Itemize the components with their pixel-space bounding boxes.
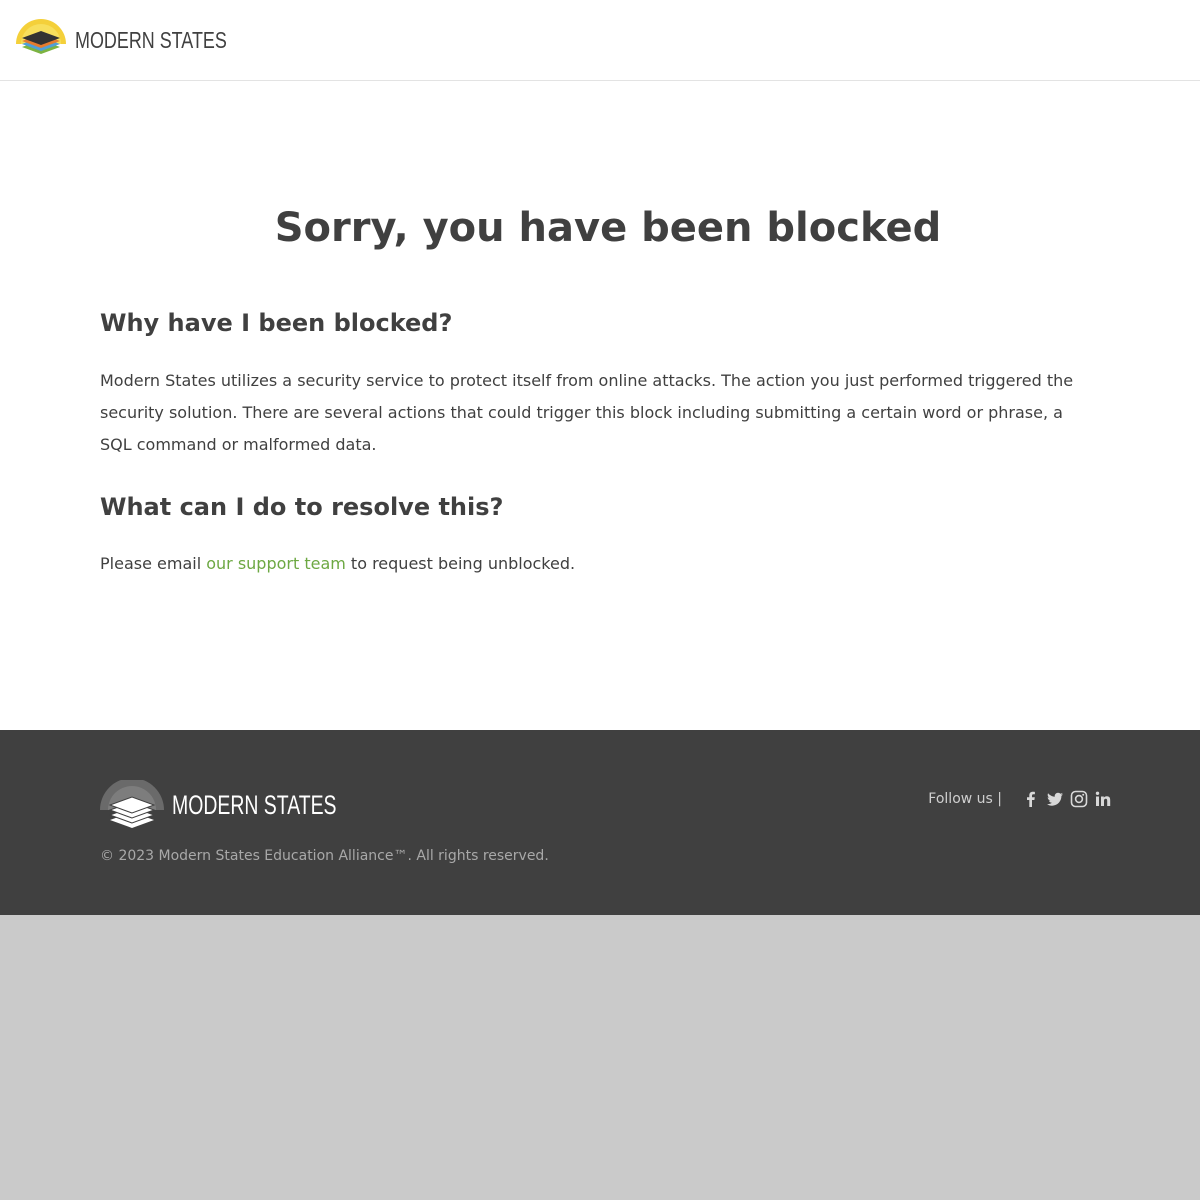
- page-title: Sorry, you have been blocked: [274, 205, 942, 251]
- why-blocked-text: Modern States utilizes a security servic…: [100, 371, 1074, 454]
- modern-states-logo-icon: [16, 19, 66, 54]
- follow-us-label: Follow us |: [928, 791, 1002, 807]
- main-content: Sorry, you have been blocked Why have I …: [0, 81, 1200, 730]
- twitter-icon[interactable]: [1046, 790, 1064, 808]
- facebook-icon[interactable]: [1022, 790, 1040, 808]
- footer-logo[interactable]: MODERN STATES: [100, 780, 401, 830]
- modern-states-logo-icon: [100, 780, 164, 828]
- site-footer: MODERN STATES © 2023 Modern States Educa…: [0, 730, 1200, 915]
- header-logo[interactable]: MODERN STATES: [14, 19, 270, 61]
- social-links: Follow us |: [928, 790, 1112, 808]
- instagram-icon[interactable]: [1070, 790, 1088, 808]
- why-blocked-heading: Why have I been blocked?: [100, 309, 453, 337]
- resolve-text-suffix: to request being unblocked.: [345, 554, 576, 573]
- site-header: MODERN STATES: [0, 0, 1200, 81]
- header-brand-wordmark: MODERN STATES: [75, 26, 227, 53]
- copyright-text: © 2023 Modern States Education Alliance™…: [100, 848, 549, 864]
- linkedin-icon[interactable]: [1094, 790, 1112, 808]
- support-team-link[interactable]: our support team: [206, 554, 346, 573]
- resolve-text: Please email our support team to request…: [100, 548, 1090, 580]
- footer-brand-wordmark: MODERN STATES: [172, 789, 337, 820]
- resolve-heading: What can I do to resolve this?: [100, 493, 504, 521]
- resolve-text-prefix: Please email: [100, 554, 207, 573]
